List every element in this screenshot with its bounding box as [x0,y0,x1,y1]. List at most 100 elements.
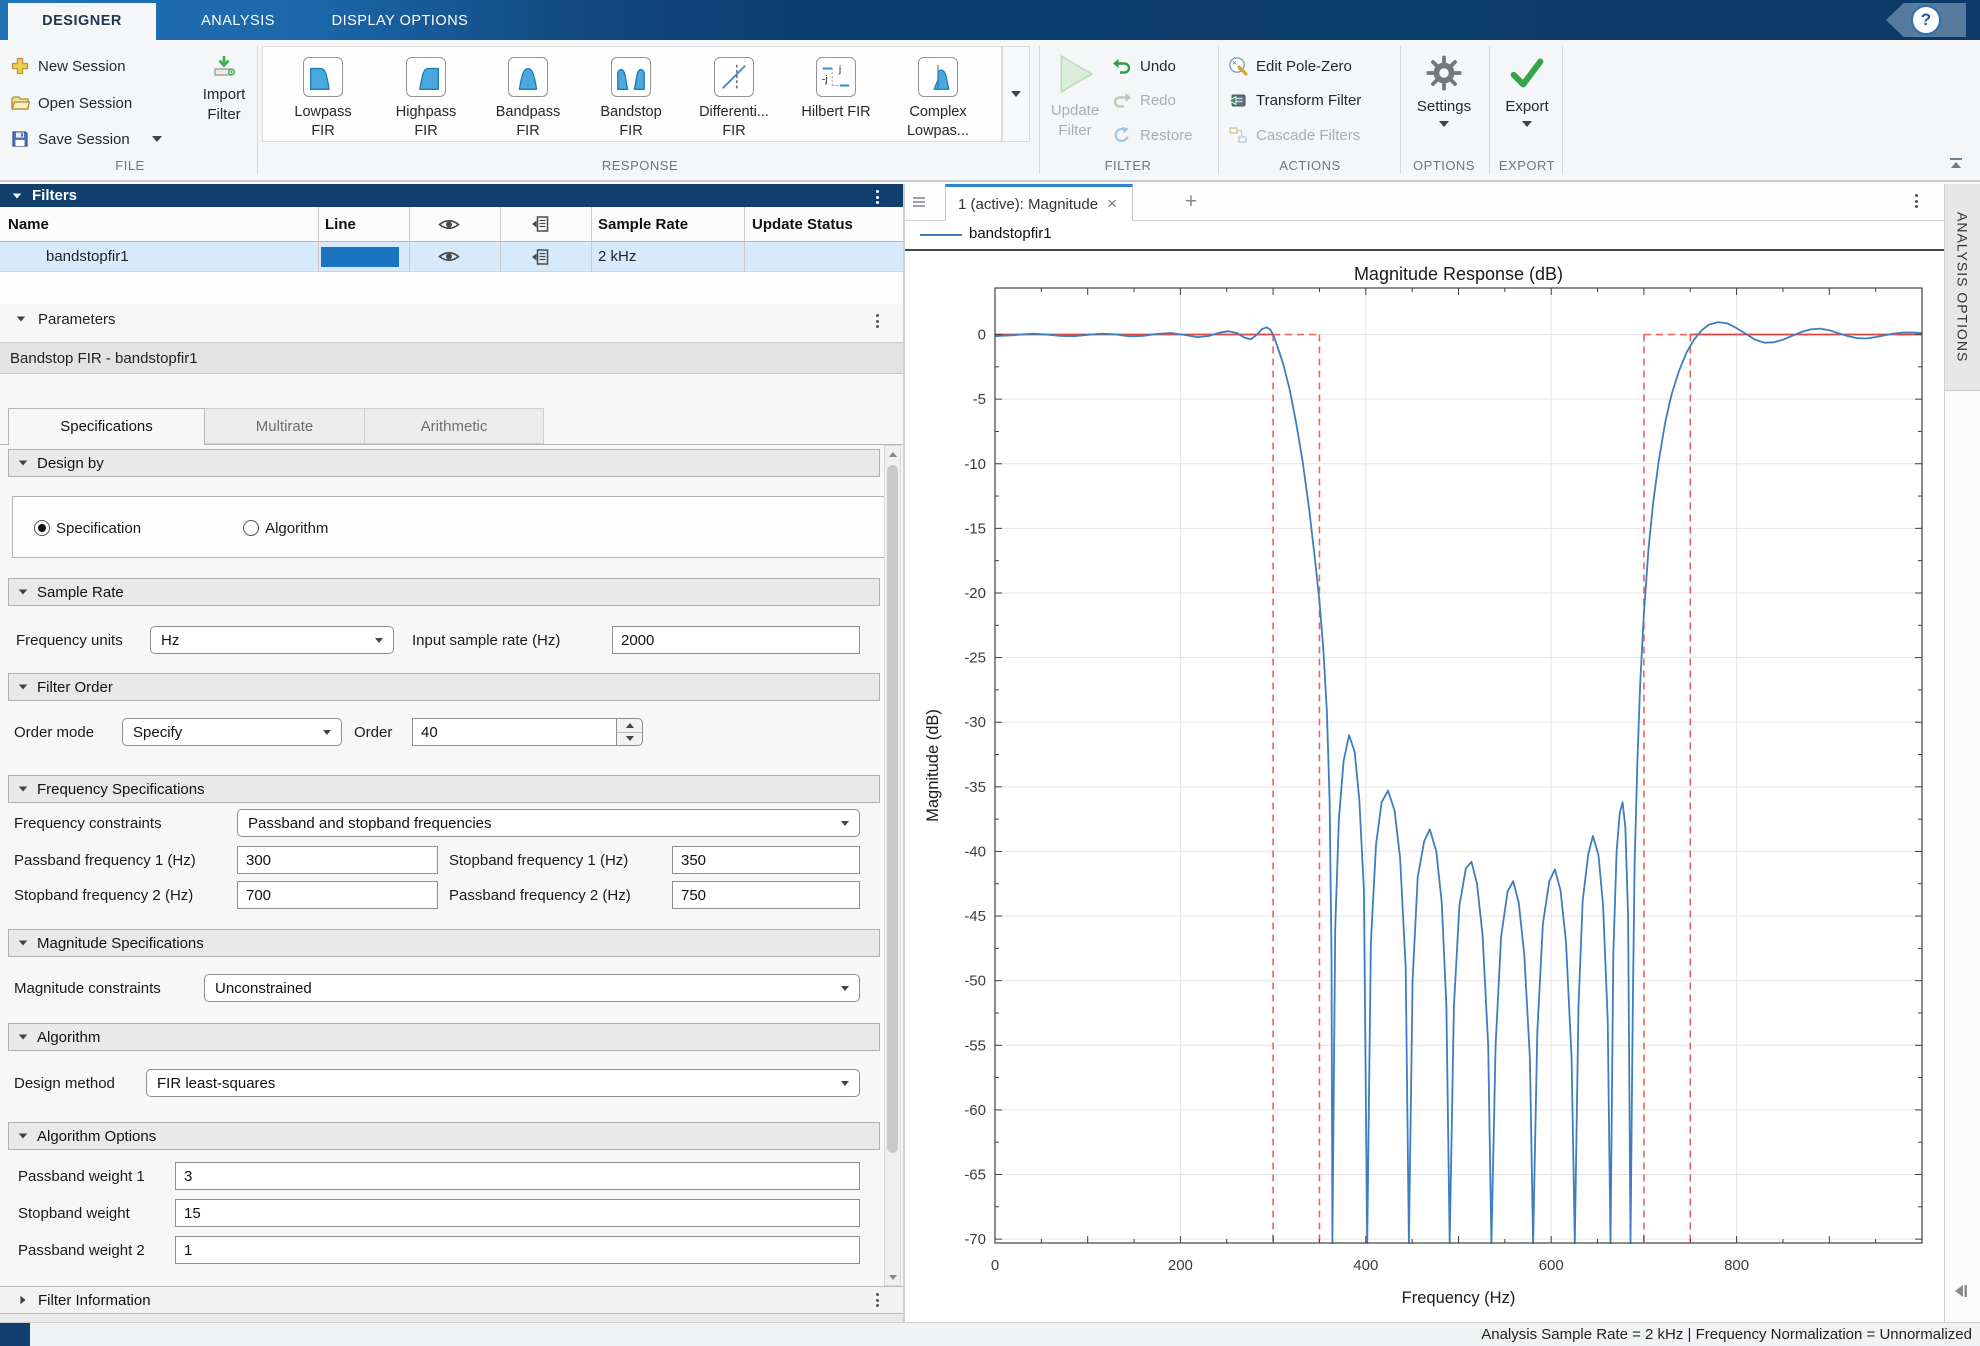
passband-weight-1-field[interactable] [175,1162,860,1190]
filter-section-label: FILTER [1058,158,1198,176]
svg-text:-25: -25 [964,650,986,667]
filter-information-menu-icon[interactable] [872,1289,883,1311]
parameters-scrollbar[interactable] [884,445,901,1286]
order-field[interactable] [412,718,617,746]
restore-button[interactable]: Restore [1112,121,1193,149]
passband-frequency-1-field[interactable] [237,846,438,874]
plot-menu-icon[interactable] [1911,190,1922,212]
magnitude-constraints-dropdown[interactable]: Unconstrained [204,974,860,1002]
line-color-swatch[interactable] [321,247,399,267]
response-hilbert-fir[interactable]: j-j Hilbert FIR [788,47,884,143]
bandstop-fir-icon [611,57,651,97]
new-session-button[interactable]: New Session [10,52,126,80]
add-plot-tab-button[interactable]: + [1177,188,1205,216]
scrollbar-thumb[interactable] [887,465,898,1153]
filters-panel-header[interactable]: Filters [0,184,903,207]
settings-gear-icon [1425,54,1463,92]
filters-menu-icon[interactable] [872,186,883,208]
open-session-button[interactable]: Open Session [10,89,132,117]
legend-line-sample [920,234,962,236]
import-filter-icon [211,54,237,80]
close-tab-icon[interactable]: × [1107,194,1117,214]
scroll-up-button[interactable] [885,446,900,462]
frequency-specifications-section-header[interactable]: Frequency Specifications [8,775,880,803]
export-button[interactable]: Export [1496,54,1558,127]
algorithm-section-header[interactable]: Algorithm [8,1023,880,1051]
response-differentiator-fir[interactable]: Differenti...FIR [686,47,782,143]
svg-text:-40: -40 [964,843,986,860]
column-sample-rate: Sample Rate [598,207,688,241]
design-method-dropdown[interactable]: FIR least-squares [146,1069,860,1097]
import-filter-button[interactable]: Import Filter [192,54,256,125]
response-lowpass-fir[interactable]: LowpassFIR [275,47,371,143]
settings-button[interactable]: Settings [1408,54,1480,127]
tab-multirate[interactable]: Multirate [205,408,365,444]
tab-display-options[interactable]: DISPLAY OPTIONS [320,3,480,40]
cascade-filters-icon [1228,125,1248,145]
status-text: Analysis Sample Rate = 2 kHz | Frequency… [1481,1323,1972,1346]
panel-drag-handle-icon[interactable] [913,197,925,209]
visibility-eye-icon[interactable] [438,242,460,271]
edit-pole-zero-button[interactable]: ×○ Edit Pole-Zero [1228,52,1352,80]
filter-information-header[interactable]: Filter Information [0,1286,903,1314]
filter-row-bandstopfir1[interactable]: bandstopfir1 2 kHz [0,242,903,272]
cascade-filters-label: Cascade Filters [1256,127,1360,144]
input-sample-rate-field[interactable] [612,626,860,654]
analysis-options-tab[interactable]: ANALYSIS OPTIONS [1945,184,1980,391]
collapse-right-panel-icon[interactable] [1952,1282,1970,1305]
undo-button[interactable]: Undo [1112,52,1176,80]
magnitude-response-plot[interactable]: 02004006008000-5-10-15-20-25-30-35-40-45… [905,250,1944,1322]
frequency-constraints-value: Passband and stopband frequencies [248,815,492,832]
settings-label: Settings [1408,97,1480,117]
filters-parameters-panel: Filters Name Line Sample Rate Update Sta… [0,184,905,1322]
column-name: Name [8,207,49,241]
help-button[interactable]: ? [1886,3,1966,37]
edit-pole-zero-icon: ×○ [1228,56,1248,76]
stopband-frequency-2-field[interactable] [237,881,438,909]
passband-weight-2-field[interactable] [175,1236,860,1264]
update-filter-label-1: Update [1044,101,1106,121]
tab-designer[interactable]: DESIGNER [8,3,156,40]
parameters-header[interactable]: Parameters [0,304,903,334]
design-by-section-header[interactable]: Design by [8,449,880,477]
filter-order-section-header[interactable]: Filter Order [8,673,880,701]
order-mode-dropdown[interactable]: Specify [122,718,342,746]
parameters-menu-icon[interactable] [872,310,883,332]
response-highpass-fir[interactable]: HighpassFIR [378,47,474,143]
save-session-dropdown-icon[interactable] [152,136,162,142]
collapse-toolstrip-button[interactable] [1946,154,1970,178]
response-gallery: LowpassFIR HighpassFIR BandpassFIR Bands… [262,46,1002,142]
frequency-units-dropdown[interactable]: Hz [150,626,394,654]
magnitude-plot-tab[interactable]: 1 (active): Magnitude × [945,184,1133,221]
passband-frequency-2-field[interactable] [672,881,860,909]
scroll-down-button[interactable] [885,1269,900,1285]
gallery-expand-button[interactable] [1002,46,1030,142]
order-spin-down[interactable] [617,733,642,746]
algorithm-radio[interactable] [243,520,259,536]
cascade-filters-button[interactable]: Cascade Filters [1228,121,1360,149]
file-section-label: FILE [60,158,200,176]
tab-arithmetic[interactable]: Arithmetic [365,408,544,444]
specification-radio[interactable] [34,520,50,536]
redo-button[interactable]: Redo [1112,86,1176,114]
filter-info-note-icon[interactable] [531,242,549,271]
response-complex-lowpass-fir[interactable]: ComplexLowpas... [890,47,986,143]
order-spin-up[interactable] [617,719,642,733]
response-bandpass-fir[interactable]: BandpassFIR [480,47,576,143]
toolstrip: New Session Open Session Save Session Im… [0,40,1980,182]
tab-analysis[interactable]: ANALYSIS [156,3,320,40]
svg-text:-15: -15 [964,520,986,537]
magnitude-specifications-section-header[interactable]: Magnitude Specifications [8,929,880,957]
update-filter-button[interactable]: Update Filter [1044,52,1106,141]
frequency-constraints-dropdown[interactable]: Passband and stopband frequencies [237,809,860,837]
save-session-button[interactable]: Save Session [10,125,162,153]
analysis-plot-panel: 1 (active): Magnitude × + bandstopfir1 0… [905,184,1944,1322]
response-bandstop-fir[interactable]: BandstopFIR [583,47,679,143]
options-section-label: OPTIONS [1408,158,1480,176]
transform-filter-button[interactable]: Transform Filter [1228,86,1361,114]
stopband-frequency-1-field[interactable] [672,846,860,874]
tab-specifications[interactable]: Specifications [8,408,205,445]
stopband-weight-field[interactable] [175,1199,860,1227]
algorithm-options-section-header[interactable]: Algorithm Options [8,1122,880,1150]
sample-rate-section-header[interactable]: Sample Rate [8,578,880,606]
